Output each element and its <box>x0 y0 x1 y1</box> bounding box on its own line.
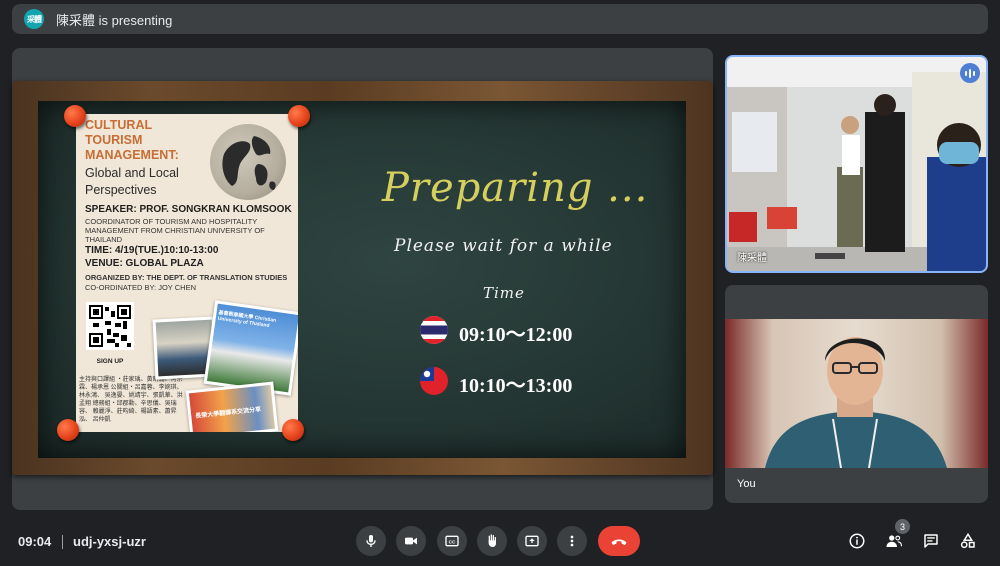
activities-button[interactable] <box>956 529 980 553</box>
photo-banner-text: 長榮大學翻譯系交流分享 <box>195 406 262 420</box>
pin-bottom-right <box>282 419 304 441</box>
chat-button[interactable] <box>919 529 943 553</box>
pin-top-right <box>288 105 310 127</box>
divider <box>62 535 63 549</box>
meeting-details-button[interactable] <box>845 529 869 553</box>
presenter-name-label: 陳采體 <box>737 253 767 264</box>
speaking-indicator-icon <box>960 63 980 83</box>
camera-button[interactable] <box>396 526 426 556</box>
activities-shapes-icon <box>960 532 975 549</box>
event-photo-3: 長榮大學翻譯系交流分享 <box>185 381 279 432</box>
poster-subtitle: Global and Local Perspectives <box>85 166 179 197</box>
end-call-button[interactable] <box>598 526 640 556</box>
taiwan-flag-icon <box>420 367 448 395</box>
event-poster: CULTURAL TOURISM MANAGEMENT: Global and … <box>76 114 298 432</box>
preparing-heading: Preparing ... <box>382 165 649 211</box>
presenting-bar: 采體 陳采體 is presenting <box>12 4 988 34</box>
poster-organizer: ORGANIZED BY: THE DEPT. OF TRANSLATION S… <box>85 273 288 282</box>
present-screen-icon <box>525 535 539 547</box>
participant-count-badge: 3 <box>895 519 910 534</box>
university-photo: 基督教泰國大學 Christian University of Thailand <box>203 300 298 396</box>
video-camera-icon <box>405 537 417 545</box>
microphone-button[interactable] <box>356 526 386 556</box>
presenter-avatar: 采體 <box>24 9 44 29</box>
poster-coordinator: COORDINATOR OF TOURISM AND HOSPITALITY M… <box>85 217 265 244</box>
captions-button[interactable]: CC <box>437 526 467 556</box>
qr-code-icon <box>86 302 134 350</box>
self-video-tile[interactable]: You <box>725 285 988 503</box>
more-vert-icon <box>570 535 574 547</box>
time-label: Time <box>483 284 525 302</box>
self-camera-feed <box>725 319 988 468</box>
more-options-button[interactable] <box>557 526 587 556</box>
meeting-clock: 09:04 <box>18 534 52 549</box>
thailand-time: 09:10～12:00 <box>459 324 573 346</box>
poster-speaker: SPEAKER: PROF. SONGKRAN KLOMSOOK <box>85 204 292 215</box>
pin-bottom-left <box>57 419 79 441</box>
closed-captions-icon: CC <box>445 535 459 547</box>
poster-coorganizer: CO-ORDINATED BY: JOY CHEN <box>85 283 196 292</box>
globe-image <box>210 124 286 200</box>
presenter-camera-feed <box>727 57 986 271</box>
presenting-label: 陳采體 is presenting <box>56 12 173 28</box>
svg-text:CC: CC <box>449 539 456 544</box>
self-name-label: You <box>737 478 756 490</box>
info-icon <box>849 533 865 549</box>
taiwan-time: 10:10～13:00 <box>459 375 573 397</box>
signup-label: SIGN UP <box>96 358 124 365</box>
present-screen-button[interactable] <box>517 526 547 556</box>
university-banner: 基督教泰國大學 Christian University of Thailand <box>217 309 277 330</box>
raise-hand-button[interactable] <box>477 526 507 556</box>
chat-icon <box>924 534 938 548</box>
presenter-video-tile[interactable]: 陳采體 <box>725 55 988 273</box>
wait-message: Please wait for a while <box>394 236 613 256</box>
microphone-icon <box>366 535 376 547</box>
thailand-flag-icon <box>420 316 448 344</box>
poster-time: TIME: 4/19(TUE.)10:10-13:00 <box>85 245 219 256</box>
pin-top-left <box>64 105 86 127</box>
poster-title: CULTURAL TOURISM MANAGEMENT: <box>85 118 179 162</box>
poster-staff-list: 主持與口譯組 ‧莊家瑀、黃昕翰、何宗霖、楊承恩 公關組‧呂嘉蓉、李婉琪、林永鴻、… <box>79 377 183 423</box>
people-icon <box>886 535 903 547</box>
poster-venue: VENUE: GLOBAL PLAZA <box>85 258 204 269</box>
meeting-code: udj-yxsj-uzr <box>73 534 146 549</box>
hang-up-icon <box>611 539 627 546</box>
raise-hand-icon <box>488 534 496 547</box>
